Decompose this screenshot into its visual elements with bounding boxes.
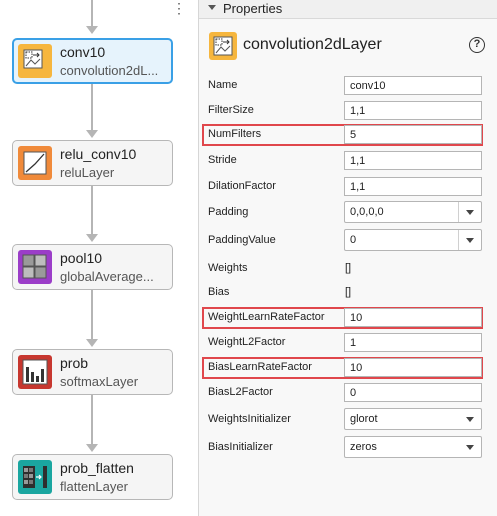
property-label: Padding: [208, 206, 249, 218]
weightsinitializer-dropdown[interactable]: glorot: [344, 408, 482, 430]
layer-type: reluLayer: [60, 165, 115, 180]
weightl2factor-field[interactable]: 1: [344, 333, 482, 352]
connection-arrow: [86, 26, 98, 34]
properties-panel: Properties convolution2dLayer ? Name con…: [199, 0, 497, 516]
biasinitializer-dropdown[interactable]: zeros: [344, 436, 482, 458]
connection-line: [91, 84, 93, 132]
property-label: Weights: [208, 262, 248, 274]
property-row-dilationfactor: DilationFactor 1,1: [199, 174, 497, 200]
property-row-name: Name conv10: [199, 73, 497, 99]
connection-line: [91, 186, 93, 236]
network-canvas[interactable]: ⋮ conv10 convolution2dL... relu_conv10 r…: [0, 0, 199, 516]
numfilters-field[interactable]: 5: [344, 125, 482, 144]
property-label: Name: [208, 79, 238, 91]
property-row-weightsinitializer: WeightsInitializer glorot: [199, 407, 497, 433]
layer-name: pool10: [60, 250, 103, 266]
biaslearnratefactor-field[interactable]: 10: [344, 358, 482, 377]
property-label: FilterSize: [208, 104, 254, 116]
property-label: BiasL2Factor: [208, 386, 273, 398]
property-row-paddingvalue: PaddingValue 0: [199, 228, 497, 254]
flatten-icon: [18, 460, 52, 494]
filtersize-field[interactable]: 1,1: [344, 101, 482, 120]
property-label: BiasLearnRateFactor: [208, 361, 312, 373]
bias-value: []: [345, 286, 352, 298]
dilationfactor-field[interactable]: 1,1: [344, 177, 482, 196]
property-label: PaddingValue: [208, 234, 276, 246]
biasl2factor-field[interactable]: 0: [344, 383, 482, 402]
property-label: Bias: [208, 286, 230, 298]
layer-node-prob[interactable]: prob softmaxLayer: [12, 349, 173, 395]
more-options-icon[interactable]: ⋮: [172, 0, 186, 16]
chevron-down-icon[interactable]: [459, 409, 481, 429]
connection-line: [91, 290, 93, 342]
padding-value: 0,0,0,0: [350, 206, 384, 218]
properties-title: Properties: [223, 1, 283, 16]
softmax-icon: [18, 355, 52, 389]
layer-type-title: convolution2dLayer: [243, 36, 382, 53]
layer-name: prob_flatten: [60, 460, 134, 476]
layer-type: softmaxLayer: [60, 374, 139, 389]
relu-icon: [18, 146, 52, 180]
chevron-down-icon[interactable]: [458, 202, 481, 222]
property-row-padding: Padding 0,0,0,0: [199, 200, 497, 226]
layer-type: convolution2dL...: [60, 63, 159, 78]
property-row-weightlearnratefactor: WeightLearnRateFactor 10: [199, 305, 497, 331]
layer-node-pool10[interactable]: pool10 globalAverage...: [12, 244, 173, 290]
connection-line: [91, 395, 93, 447]
name-field[interactable]: conv10: [344, 76, 482, 95]
layer-type: globalAverage...: [60, 269, 154, 284]
property-row-stride: Stride 1,1: [199, 148, 497, 174]
chevron-down-icon[interactable]: [459, 437, 481, 457]
property-label: WeightsInitializer: [208, 413, 291, 425]
layer-name: conv10: [60, 44, 106, 60]
convolution-icon: [18, 44, 52, 78]
weightsinitializer-value: glorot: [350, 413, 378, 425]
property-row-filtersize: FilterSize 1,1: [199, 98, 497, 124]
layer-name: relu_conv10: [60, 146, 137, 162]
property-label: Stride: [208, 154, 237, 166]
connection-arrow: [86, 130, 98, 138]
help-icon[interactable]: ?: [469, 37, 485, 53]
property-row-weights: Weights []: [199, 256, 497, 282]
chevron-down-icon[interactable]: [458, 230, 481, 250]
property-label: DilationFactor: [208, 180, 276, 192]
paddingvalue-value: 0: [350, 234, 357, 246]
property-row-bias: Bias []: [199, 280, 497, 306]
layer-node-relu-conv10[interactable]: relu_conv10 reluLayer: [12, 140, 173, 186]
layer-node-conv10[interactable]: conv10 convolution2dL...: [12, 38, 173, 84]
property-row-weightl2factor: WeightL2Factor 1: [199, 330, 497, 356]
biasinitializer-value: zeros: [350, 441, 377, 453]
layer-type: flattenLayer: [60, 479, 128, 494]
properties-header[interactable]: Properties: [199, 0, 497, 19]
connection-arrow: [86, 444, 98, 452]
paddingvalue-combobox[interactable]: 0: [344, 229, 482, 251]
layer-node-prob-flatten[interactable]: prob_flatten flattenLayer: [12, 454, 173, 500]
stride-field[interactable]: 1,1: [344, 151, 482, 170]
property-label: NumFilters: [208, 128, 262, 140]
property-row-biaslearnratefactor: BiasLearnRateFactor 10: [199, 355, 497, 381]
property-row-biasinitializer: BiasInitializer zeros: [199, 435, 497, 461]
weightlearnratefactor-field[interactable]: 10: [344, 308, 482, 327]
weights-value: []: [345, 262, 352, 274]
pooling-icon: [18, 250, 52, 284]
property-row-biasl2factor: BiasL2Factor 0: [199, 380, 497, 406]
connection-arrow: [86, 339, 98, 347]
collapse-triangle-icon[interactable]: [208, 5, 216, 10]
convolution-icon: [209, 32, 237, 60]
connection-arrow: [86, 234, 98, 242]
property-label: WeightLearnRateFactor: [208, 311, 325, 323]
padding-combobox[interactable]: 0,0,0,0: [344, 201, 482, 223]
property-label: WeightL2Factor: [208, 336, 286, 348]
property-row-numfilters: NumFilters 5: [199, 122, 497, 148]
layer-name: prob: [60, 355, 89, 371]
property-label: BiasInitializer: [208, 441, 273, 453]
